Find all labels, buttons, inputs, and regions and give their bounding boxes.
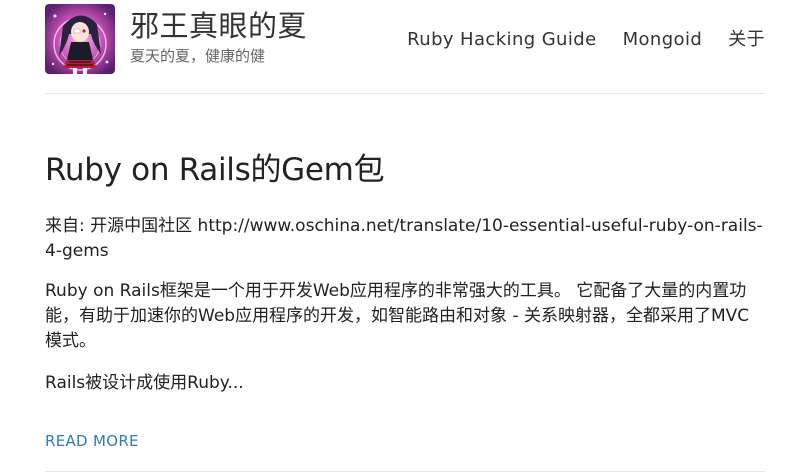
read-more-link[interactable]: READ MORE (45, 431, 139, 451)
site-tagline: 夏天的夏，健康的健 (130, 47, 266, 65)
brand-text: 邪王真眼的夏 夏天的夏，健康的健 (130, 8, 307, 66)
site-title[interactable]: 邪王真眼的夏 (130, 8, 307, 44)
post-excerpt-paragraph-2: Rails被设计成使用Ruby... (45, 373, 244, 393)
anime-girl-avatar-icon (45, 4, 115, 74)
nav-item-ruby-hacking-guide[interactable]: Ruby Hacking Guide (407, 29, 596, 51)
nav-item-mongoid[interactable]: Mongoid (623, 29, 703, 51)
brand: 邪王真眼的夏 夏天的夏，健康的健 (45, 4, 307, 74)
avatar[interactable] (45, 4, 115, 74)
post-title[interactable]: Ruby on Rails的Gem包 (45, 150, 765, 190)
post-source: 来自: 开源中国社区 http://www.oschina.net/transl… (45, 214, 765, 264)
post-divider (45, 471, 765, 472)
post: Ruby on Rails的Gem包 来自: 开源中国社区 http://www… (45, 150, 765, 451)
main-nav: Ruby Hacking Guide Mongoid 关于 (407, 29, 765, 51)
nav-item-about[interactable]: 关于 (728, 29, 765, 51)
page-container: 邪王真眼的夏 夏天的夏，健康的健 Ruby Hacking Guide Mong… (45, 0, 765, 472)
post-excerpt-paragraph: Ruby on Rails框架是一个用于开发Web应用程序的非常强大的工具。 它… (45, 281, 750, 351)
post-source-prefix: 来自: 开源中国社区 (45, 216, 198, 236)
site-header: 邪王真眼的夏 夏天的夏，健康的健 Ruby Hacking Guide Mong… (45, 0, 765, 94)
